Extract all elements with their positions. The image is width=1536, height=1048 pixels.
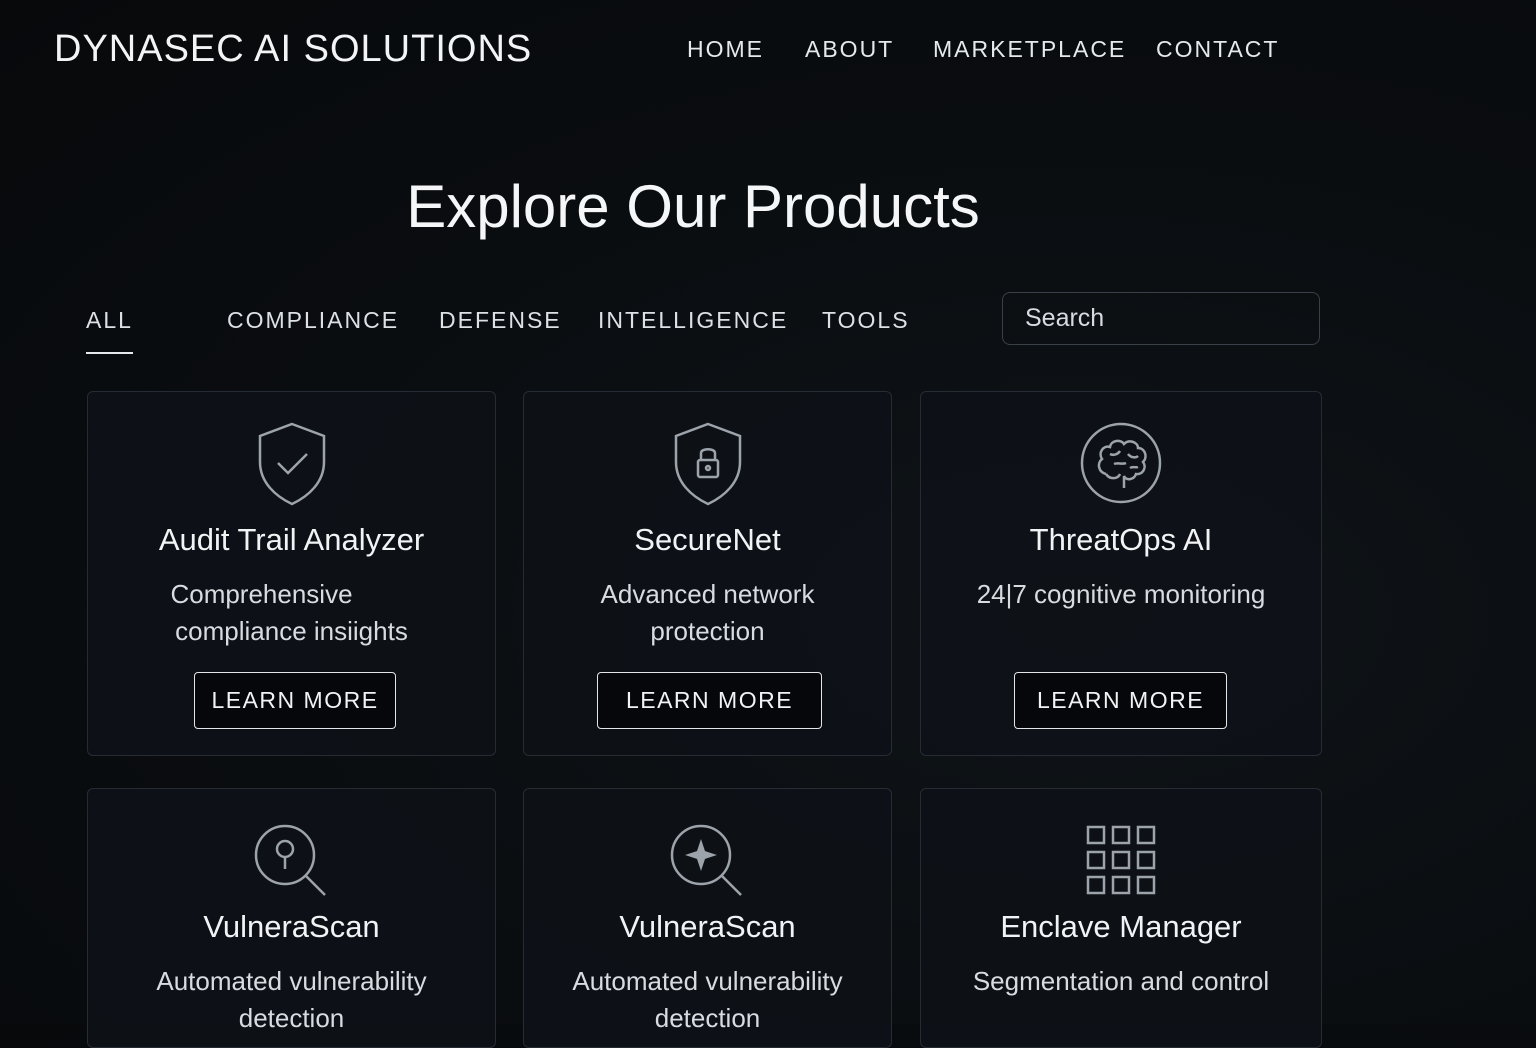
product-description: Automated vulnerability detection [544, 963, 871, 1037]
product-name: ThreatOps AI [1029, 522, 1213, 557]
product-name: Audit Trail Analyzer [158, 522, 425, 557]
description-line: Advanced network [600, 579, 815, 609]
learn-more-button[interactable]: LEARN MORE [194, 672, 396, 729]
description-line: detection [654, 1003, 761, 1033]
product-card-vulnerascan: VulneraScan Automated vulnerability dete… [87, 788, 496, 1048]
search-box [1002, 292, 1320, 345]
nav-contact[interactable]: CONTACT [1156, 36, 1279, 63]
shield-lock-icon [524, 418, 891, 508]
product-description: Automated vulnerability detection [108, 963, 475, 1037]
grid-icon [921, 819, 1321, 909]
product-description: Advanced network protection [544, 576, 871, 650]
description-line: detection [238, 1003, 345, 1033]
product-name: Enclave Manager [1000, 909, 1242, 944]
description-line: Comprehensive [170, 579, 353, 609]
product-name: VulneraScan [203, 909, 380, 944]
nav-home[interactable]: HOME [687, 36, 764, 63]
filter-tab-intelligence[interactable]: INTELLIGENCE [598, 307, 788, 334]
filter-tab-compliance[interactable]: COMPLIANCE [227, 307, 399, 334]
description-line: Segmentation and control [972, 966, 1270, 996]
learn-more-button[interactable]: LEARN MORE [1014, 672, 1227, 729]
shield-check-icon [88, 418, 495, 508]
description-line: Automated vulnerability [572, 966, 843, 996]
description-line: 24|7 cognitive monitoring [976, 579, 1266, 609]
description-line: protection [650, 616, 765, 646]
brain-icon [921, 418, 1321, 508]
description-line: compliance insiights [175, 616, 408, 646]
search-input[interactable] [1003, 293, 1319, 344]
product-card-vulnerascan-2: VulneraScan Automated vulnerability dete… [523, 788, 892, 1048]
product-description: 24|7 cognitive monitoring [941, 576, 1301, 613]
magnifier-star-icon [524, 817, 891, 907]
nav-marketplace[interactable]: MARKETPLACE [933, 36, 1126, 63]
filter-tab-defense[interactable]: DEFENSE [439, 307, 562, 334]
product-card-threatops-ai: ThreatOps AI 24|7 cognitive monitoring L… [920, 391, 1322, 756]
product-name: VulneraScan [619, 909, 796, 944]
brand-logo[interactable]: DYNASEC AI SOLUTIONS [54, 28, 532, 71]
learn-more-button[interactable]: LEARN MORE [597, 672, 822, 729]
filter-tab-all[interactable]: ALL [86, 307, 133, 354]
product-card-audit-trail-analyzer: Audit Trail Analyzer Comprehensive compl… [87, 391, 496, 756]
page-title: Explore Our Products [406, 173, 980, 240]
product-name: SecureNet [634, 522, 781, 557]
magnifier-pin-icon [88, 817, 495, 907]
description-line: Automated vulnerability [156, 966, 427, 996]
product-card-enclave-manager: Enclave Manager Segmentation and control [920, 788, 1322, 1048]
nav-about[interactable]: ABOUT [805, 36, 894, 63]
filter-tab-tools[interactable]: TOOLS [822, 307, 910, 334]
product-description: Comprehensive compliance insiights [108, 576, 475, 650]
product-card-securenet: SecureNet Advanced network protection LE… [523, 391, 892, 756]
product-description: Segmentation and control [941, 963, 1301, 1000]
